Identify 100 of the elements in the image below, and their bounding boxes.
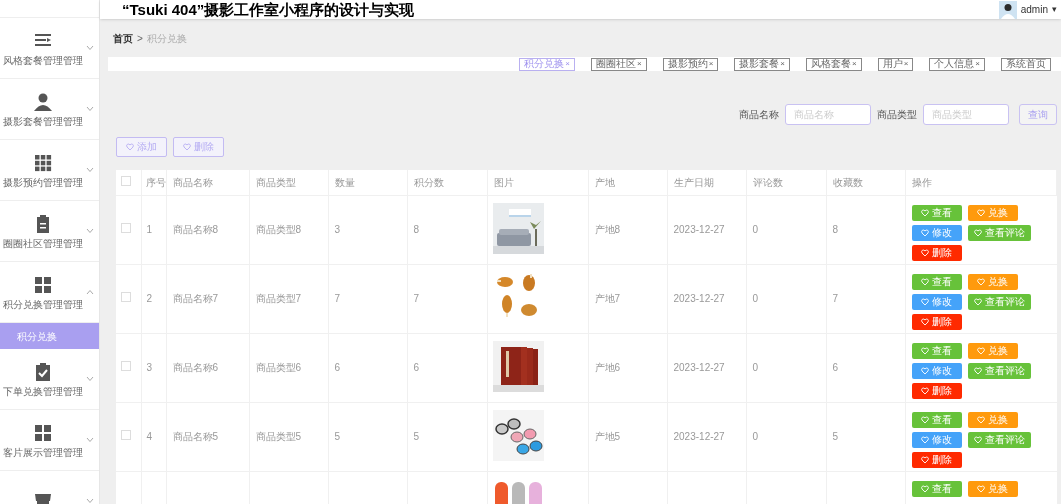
sidebar-item[interactable]: 圈圈社区管理管理 xyxy=(3,238,83,249)
tab[interactable]: 摄影预约× xyxy=(662,57,719,71)
heart-icon xyxy=(921,297,929,306)
checkbox[interactable] xyxy=(121,361,131,371)
action-button[interactable]: 修改 xyxy=(911,224,962,241)
search-button[interactable]: 查询 xyxy=(1019,104,1057,125)
chevron-down-icon[interactable] xyxy=(86,106,94,112)
action-button[interactable]: 查看 xyxy=(911,273,962,290)
tab[interactable]: 风格套餐× xyxy=(806,57,862,71)
checkbox[interactable] xyxy=(121,175,131,186)
chevron-down-icon[interactable] xyxy=(86,45,94,51)
tab[interactable]: 用户× xyxy=(877,57,914,71)
action-button[interactable]: 查看评论 xyxy=(967,224,1031,241)
tab[interactable]: 系统首页 xyxy=(1001,57,1051,71)
action-button[interactable]: 修改 xyxy=(911,431,962,448)
table-cell: 商品名称6 xyxy=(172,362,219,373)
action-button[interactable]: 删除 xyxy=(911,382,962,399)
heart-icon xyxy=(977,346,985,355)
chevron-down-icon[interactable] xyxy=(86,437,94,443)
add-button[interactable]: 添加 xyxy=(116,137,167,157)
table-cell: 商品名称5 xyxy=(172,431,219,442)
column-header: 序号 xyxy=(145,176,166,188)
action-button[interactable]: 查看评论 xyxy=(967,293,1031,310)
table-cell: 1 xyxy=(146,224,153,235)
table-cell: 4 xyxy=(146,431,153,442)
sidebar-item[interactable]: 积分兑换管理管理 xyxy=(3,299,83,310)
action-button[interactable]: 查看 xyxy=(911,342,962,359)
submenu-item[interactable]: 积分兑换 xyxy=(0,323,99,349)
field-label: 商品名称 xyxy=(739,108,779,122)
checkbox[interactable] xyxy=(121,292,131,302)
chevron-down-icon[interactable] xyxy=(86,376,94,382)
tab[interactable]: 积分兑换× xyxy=(519,57,575,71)
table-cell: 7 xyxy=(832,293,839,304)
table-cell: 5 xyxy=(413,431,420,442)
table-cell: 商品类型6 xyxy=(255,362,302,373)
heart-icon xyxy=(921,317,929,326)
heart-icon xyxy=(973,435,982,444)
checkbox[interactable] xyxy=(121,223,131,233)
column-header: 积分数 xyxy=(413,176,444,188)
tab[interactable]: 摄影套餐× xyxy=(734,57,790,71)
action-button[interactable]: 兑换 xyxy=(967,273,1018,290)
table-cell: 产地8 xyxy=(594,224,621,235)
avatar-icon[interactable] xyxy=(998,0,1017,19)
field-label: 商品类型 xyxy=(877,108,917,122)
action-button[interactable]: 兑换 xyxy=(967,480,1018,497)
heart-icon xyxy=(973,297,982,306)
checkbox[interactable] xyxy=(121,430,131,440)
chevron-down-icon[interactable] xyxy=(86,167,94,173)
table-cell: 产地7 xyxy=(594,293,621,304)
action-button[interactable]: 修改 xyxy=(911,293,962,310)
sidebar-item[interactable]: 摄影套餐管理管理 xyxy=(3,116,83,127)
sidebar-item[interactable]: 风格套餐管理管理 xyxy=(3,55,83,66)
chevron-down-icon[interactable] xyxy=(86,498,94,504)
heart-icon xyxy=(921,366,929,375)
chevron-up-icon[interactable] xyxy=(86,289,94,295)
sidebar-item[interactable]: 摄影预约管理管理 xyxy=(3,177,83,188)
action-button[interactable]: 查看评论 xyxy=(967,362,1031,379)
column-header: 数量 xyxy=(334,176,355,188)
column-header: 收藏数 xyxy=(832,176,863,188)
action-button[interactable]: 删除 xyxy=(911,244,962,261)
grid-icon xyxy=(33,152,53,173)
table-cell: 5 xyxy=(334,431,341,442)
action-button[interactable]: 删除 xyxy=(911,451,962,468)
user-name[interactable]: admin xyxy=(1020,2,1048,17)
table-cell: 2023-12-27 xyxy=(673,431,725,442)
table-cell: 2023-12-27 xyxy=(673,293,725,304)
heart-icon xyxy=(183,143,191,151)
action-button[interactable]: 兑换 xyxy=(967,342,1018,359)
heart-icon xyxy=(921,346,929,355)
table-cell: 5 xyxy=(832,431,839,442)
action-button[interactable]: 查看 xyxy=(911,204,962,221)
column-header: 商品类型 xyxy=(255,176,296,188)
action-button[interactable]: 查看评论 xyxy=(967,431,1031,448)
delete-button[interactable]: 删除 xyxy=(173,137,224,157)
tab[interactable]: 个人信息× xyxy=(929,57,985,71)
heart-icon xyxy=(973,366,982,375)
action-button[interactable]: 删除 xyxy=(911,313,962,330)
chevron-down-icon[interactable] xyxy=(86,228,94,234)
action-button[interactable]: 查看 xyxy=(911,480,962,497)
sidebar-item[interactable]: 客片展示管理管理 xyxy=(3,447,83,458)
heart-icon xyxy=(921,415,929,424)
table-cell: 6 xyxy=(832,362,839,373)
tab[interactable]: 圈圈社区× xyxy=(590,57,647,71)
action-button[interactable]: 修改 xyxy=(911,362,962,379)
sidebar-item[interactable]: 下单兑换管理管理 xyxy=(3,386,83,397)
heart-icon xyxy=(977,415,985,424)
table-cell: 商品名称7 xyxy=(172,293,219,304)
action-button[interactable]: 兑换 xyxy=(967,411,1018,428)
column-header: 产地 xyxy=(594,176,615,188)
caret-icon[interactable]: ▾ xyxy=(1052,2,1057,17)
table-cell: 产地6 xyxy=(594,362,621,373)
action-button[interactable]: 兑换 xyxy=(967,204,1018,221)
clipboard-check-icon xyxy=(33,361,53,382)
heart-icon xyxy=(921,455,929,464)
action-button[interactable]: 查看 xyxy=(911,411,962,428)
breadcrumb-link[interactable]: 首页 xyxy=(113,30,133,46)
table-cell: 6 xyxy=(334,362,341,373)
table-cell: 商品类型7 xyxy=(255,293,302,304)
table-cell: 2023-12-27 xyxy=(673,224,725,235)
heart-icon xyxy=(977,277,985,286)
